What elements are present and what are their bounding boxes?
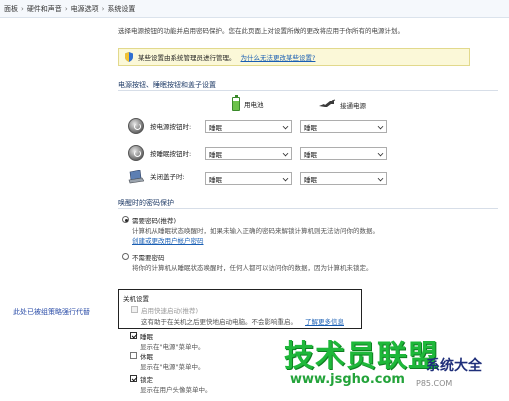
battery-column-label: 用电池: [244, 101, 264, 109]
chevron-down-icon: [377, 150, 384, 157]
breadcrumb-separator: ›: [101, 4, 105, 13]
fast-startup-desc: 这有助于在关机之后更快地启动电脑。不会影响重启。: [141, 318, 297, 326]
fast-startup-checkbox[interactable]: [131, 306, 138, 313]
chevron-down-icon: [282, 150, 289, 157]
admin-notice-link[interactable]: 为什么无法更改某些设置?: [241, 52, 316, 62]
battery-icon: [232, 95, 240, 111]
sleep-option-desc: 显示在"电源"菜单中。: [140, 343, 205, 351]
shutdown-section-title: 关机设置: [123, 295, 149, 303]
password-section-title: 唤醒时的密码保护: [118, 199, 174, 207]
watermark-title: 技术员联盟: [284, 339, 439, 374]
lid-row: 关闭盖子时:: [128, 169, 205, 184]
require-password-desc: 计算机从睡眠状态唤醒时，如果未输入正确的密码来解锁计算机则无法访问你的数据。: [132, 227, 379, 235]
divider: [118, 208, 498, 209]
admin-notice-bar: 某些设置由系统管理员进行管理。 为什么无法更改某些设置?: [118, 48, 470, 66]
breadcrumb-item-panel[interactable]: 面板: [4, 4, 18, 14]
select-value: 睡眠: [304, 123, 317, 132]
page-description: 选择电源按钮的功能并启用密码保护。您在此页面上对设置所做的更改将应用于你所有的电…: [118, 27, 404, 35]
plugged-column-label: 接通电源: [340, 102, 366, 110]
lock-option-desc: 显示在用户头像菜单中。: [140, 386, 212, 394]
select-value: 睡眠: [209, 150, 222, 159]
plug-icon: [318, 99, 336, 111]
hibernate-checkbox[interactable]: [130, 352, 137, 359]
breadcrumb: 面板 › 硬件和声音 › 电源选项 › 系统设置: [0, 0, 509, 18]
lid-label: 关闭盖子时:: [150, 173, 185, 181]
breadcrumb-item-hardware[interactable]: 硬件和声音: [27, 4, 62, 14]
select-value: 睡眠: [209, 123, 222, 132]
sleep-checkbox[interactable]: [130, 332, 137, 339]
no-password-radio[interactable]: [122, 253, 129, 260]
select-value: 睡眠: [304, 150, 317, 159]
create-password-link[interactable]: 创建或更改用户帐户密码: [132, 235, 204, 245]
hibernate-option-label: 休眠: [140, 353, 153, 361]
battery-column-header: 用电池: [232, 95, 264, 111]
sleep-button-battery-select[interactable]: 睡眠: [205, 147, 292, 160]
power-button-row: 按电源按钮时:: [128, 118, 205, 134]
no-password-label: 不需要密码: [132, 254, 165, 262]
chevron-down-icon: [282, 123, 289, 130]
lid-plugged-select[interactable]: 睡眠: [300, 172, 387, 185]
group-policy-annotation: 此处已被组策略强行代替: [13, 308, 90, 316]
admin-notice-text: 某些设置由系统管理员进行管理。: [138, 54, 236, 62]
chevron-down-icon: [377, 175, 384, 182]
buttons-section-title: 电源按钮、睡眠按钮和盖子设置: [118, 81, 216, 89]
sleep-button-icon: [128, 145, 144, 161]
breadcrumb-item-power-options[interactable]: 电源选项: [71, 4, 99, 14]
power-button-label: 按电源按钮时:: [150, 123, 192, 131]
lid-battery-select[interactable]: 睡眠: [205, 172, 292, 185]
sleep-button-label: 按睡眠按钮时:: [150, 150, 192, 158]
laptop-lid-icon: [128, 169, 145, 184]
select-value: 睡眠: [304, 175, 317, 184]
divider: [118, 90, 498, 91]
watermark-url: www.jsgho.com: [290, 372, 405, 387]
lock-checkbox[interactable]: [130, 375, 137, 382]
no-password-desc: 将你的计算机从睡眠状态唤醒时，任何人都可以访问你的数据，因为计算机未锁定。: [132, 264, 373, 272]
require-password-radio[interactable]: [122, 216, 129, 223]
watermark-tag: P85.COM: [416, 379, 453, 388]
hibernate-option-desc: 显示在"电源"菜单中。: [140, 363, 205, 371]
sleep-button-row: 按睡眠按钮时:: [128, 145, 205, 161]
breadcrumb-separator: ›: [21, 4, 24, 13]
learn-more-link[interactable]: 了解更多信息: [305, 316, 344, 326]
select-value: 睡眠: [209, 175, 222, 184]
power-button-plugged-select[interactable]: 睡眠: [300, 120, 387, 133]
breadcrumb-separator: ›: [64, 4, 68, 13]
shutdown-settings-highlight: 关机设置 启用快速启动(推荐) 这有助于在关机之后更快地启动电脑。不会影响重启。…: [118, 289, 362, 329]
shield-icon: [125, 52, 133, 62]
chevron-down-icon: [282, 175, 289, 182]
fast-startup-label: 启用快速启动(推荐): [141, 307, 199, 315]
power-button-icon: [128, 118, 144, 134]
plugged-column-header: 接通电源: [318, 99, 366, 111]
sleep-option-label: 睡眠: [140, 333, 153, 341]
breadcrumb-item-system-settings: 系统设置: [107, 4, 136, 13]
lock-option-label: 锁定: [140, 376, 153, 384]
sleep-button-plugged-select[interactable]: 睡眠: [300, 147, 387, 160]
require-password-label: 需要密码(推荐): [132, 217, 177, 225]
power-button-battery-select[interactable]: 睡眠: [205, 120, 292, 133]
watermark-subtitle: 系统大全: [426, 358, 482, 374]
chevron-down-icon: [377, 123, 384, 130]
site-watermark: 技术员联盟 系统大全 www.jsgho.com P85.COM: [278, 331, 509, 401]
